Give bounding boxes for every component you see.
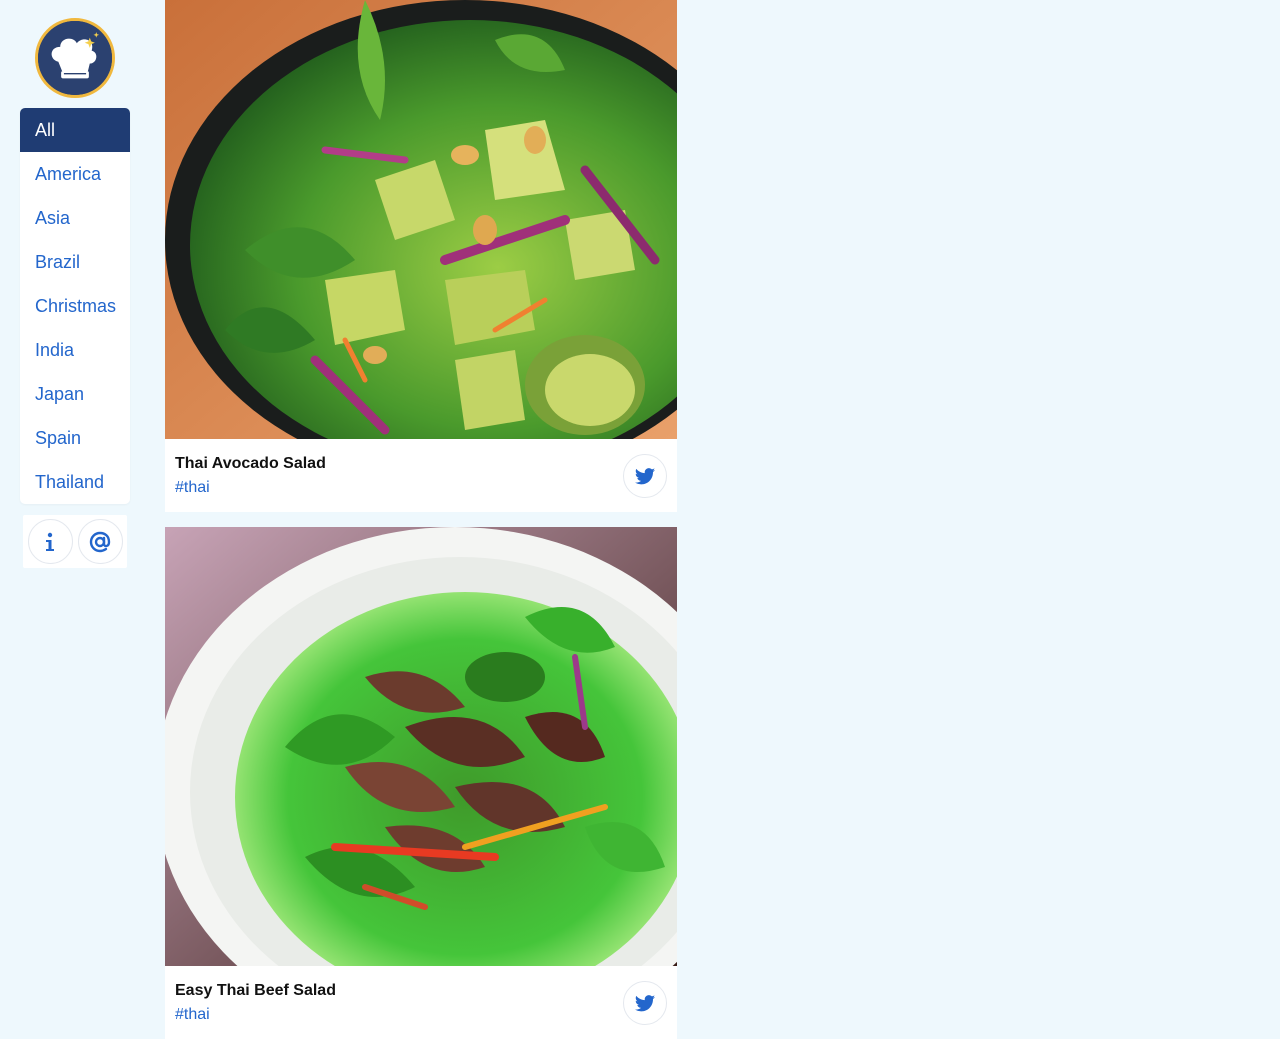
contact-button[interactable] [77, 519, 123, 564]
logo[interactable] [35, 18, 115, 98]
recipe-title[interactable]: Thai Avocado Salad [175, 455, 326, 473]
info-icon [46, 532, 54, 551]
at-sign-icon [89, 531, 111, 552]
nav-item-japan[interactable]: Japan [20, 372, 130, 416]
nav-item-india[interactable]: India [20, 328, 130, 372]
twitter-icon [634, 995, 656, 1012]
recipe-card-footer: Easy Thai Beef Salad #thai [165, 966, 677, 1039]
twitter-share-button[interactable] [623, 454, 667, 498]
info-button[interactable] [27, 519, 73, 564]
nav-item-brazil[interactable]: Brazil [20, 240, 130, 284]
recipe-tag[interactable]: #thai [175, 479, 210, 497]
recipe-card-footer: Thai Avocado Salad #thai [165, 439, 677, 512]
chef-hat-sparkle-icon [38, 21, 112, 95]
recipe-photo-thai-avocado-salad[interactable] [165, 0, 677, 439]
recipe-card[interactable]: Thai Avocado Salad #thai [165, 0, 677, 512]
recipe-photo-easy-thai-beef-salad[interactable] [165, 527, 677, 966]
nav-item-america[interactable]: America [20, 152, 130, 196]
nav-item-spain[interactable]: Spain [20, 416, 130, 460]
twitter-icon [634, 468, 656, 485]
twitter-share-button[interactable] [623, 981, 667, 1025]
sidebar-actions [23, 515, 127, 568]
nav-item-thailand[interactable]: Thailand [20, 460, 130, 504]
nav-item-christmas[interactable]: Christmas [20, 284, 130, 328]
nav-item-asia[interactable]: Asia [20, 196, 130, 240]
nav-item-all[interactable]: All [20, 108, 130, 152]
recipe-card[interactable]: Easy Thai Beef Salad #thai [165, 527, 677, 1039]
category-nav: All America Asia Brazil Christmas India … [20, 108, 130, 504]
recipe-tag[interactable]: #thai [175, 1006, 210, 1024]
recipe-title[interactable]: Easy Thai Beef Salad [175, 982, 336, 1000]
